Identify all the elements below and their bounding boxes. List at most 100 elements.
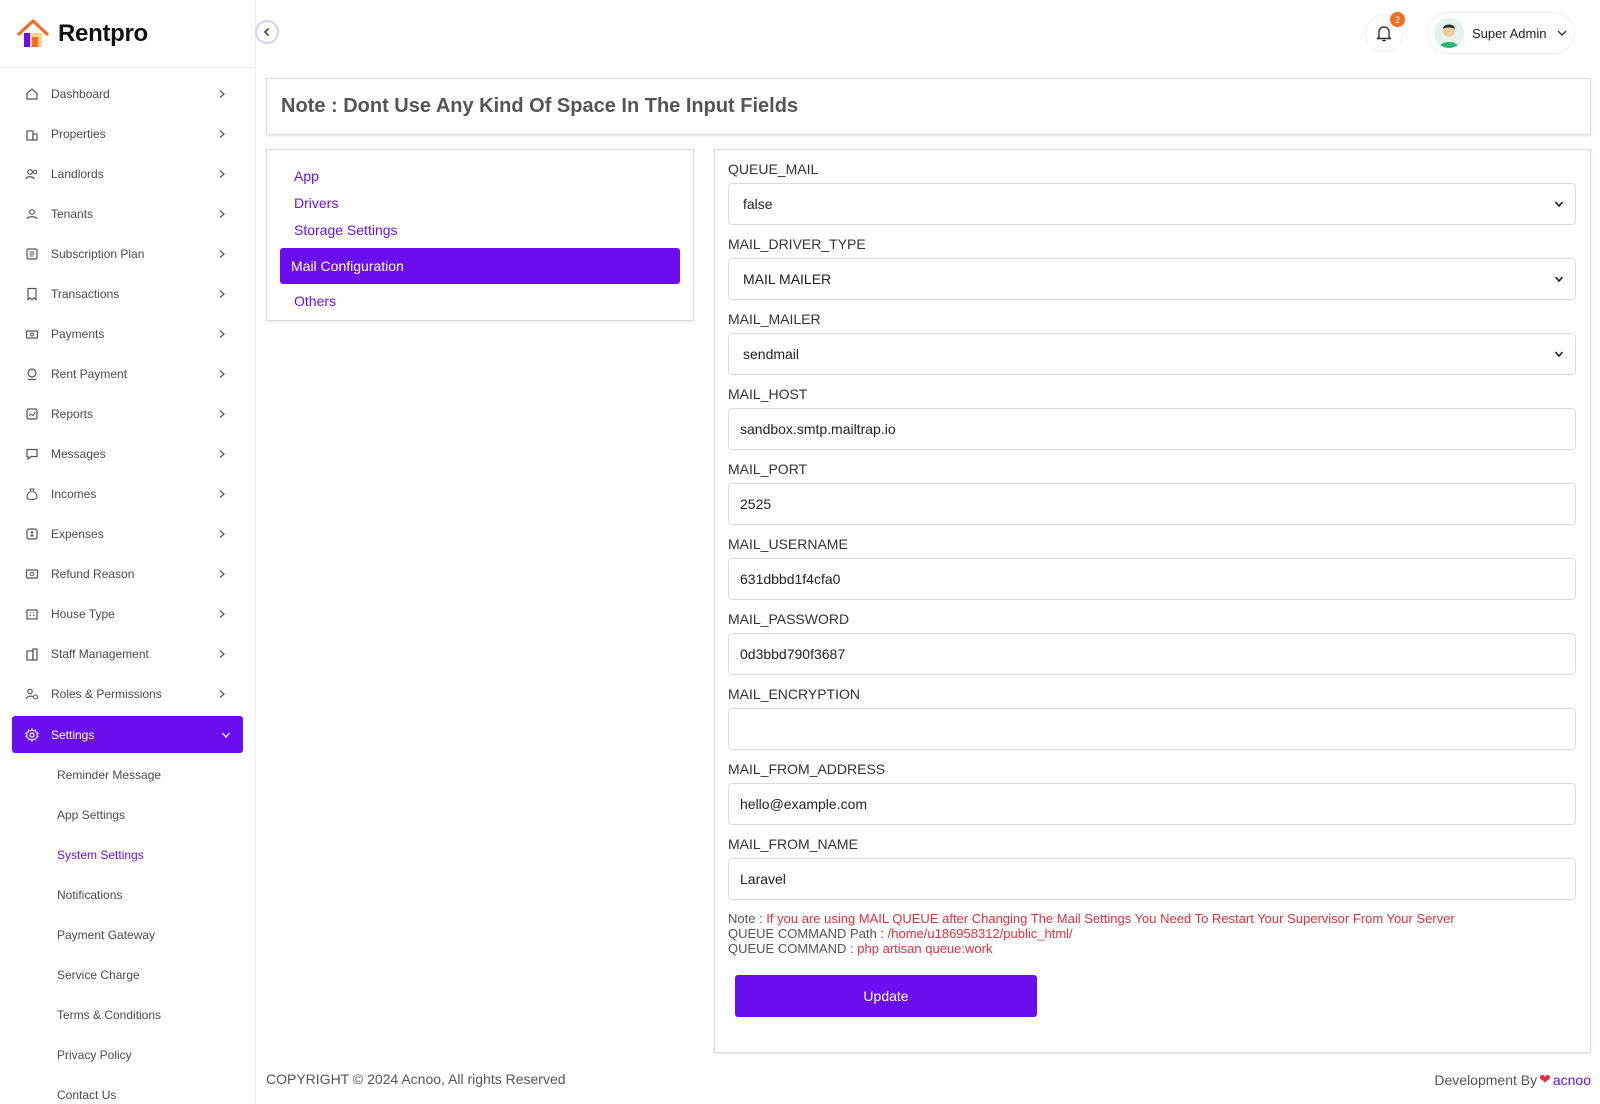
mail-driver-type-select[interactable]: MAIL MAILER	[728, 258, 1576, 300]
chevron-down-icon	[222, 732, 230, 738]
sidebar-item-subscription-plan[interactable]: Subscription Plan	[0, 234, 255, 274]
footer-dev-prefix: Development By	[1434, 1071, 1538, 1088]
settings-tab-drivers[interactable]: Drivers	[267, 190, 693, 217]
mail-encryption-input[interactable]	[728, 708, 1576, 750]
chevron-right-icon	[219, 650, 225, 658]
chevron-right-icon	[219, 330, 225, 338]
mail-password-input[interactable]: 0d3bbd790f3687	[728, 633, 1576, 675]
sidebar-item-label: Refund Reason	[51, 567, 135, 581]
footer-copyright: COPYRIGHT © 2024 Acnoo, All rights Reser…	[266, 1071, 566, 1087]
settings-tab-storage-settings[interactable]: Storage Settings	[267, 217, 693, 244]
sidebar-collapse-button[interactable]	[255, 20, 279, 44]
footer-dev-link[interactable]: acnoo	[1553, 1072, 1591, 1088]
gear-icon	[24, 727, 40, 743]
brand[interactable]: Rentpro	[0, 0, 255, 68]
mail-username-input[interactable]: 631dbbd1f4cfa0	[728, 558, 1576, 600]
sidebar-item-payments[interactable]: Payments	[0, 314, 255, 354]
chevron-down-icon	[1554, 201, 1564, 208]
brand-name: Rentpro	[58, 19, 148, 47]
staff-icon	[24, 646, 40, 662]
money-bag-icon	[24, 486, 40, 502]
sidebar-item-roles-permissions[interactable]: Roles & Permissions	[0, 674, 255, 714]
help-path-value: /home/u186958312/public_html/	[887, 926, 1073, 941]
sidebar-item-dashboard[interactable]: Dashboard	[0, 74, 255, 114]
mail-mailer-select[interactable]: sendmail	[728, 333, 1576, 375]
sidebar-item-settings[interactable]: Settings	[12, 716, 243, 753]
field-mail-password: MAIL_PASSWORD 0d3bbd790f3687	[728, 611, 1577, 675]
field-label: QUEUE_MAIL	[728, 161, 819, 177]
queue-help-note: Note : If you are using MAIL QUEUE after…	[728, 912, 1577, 925]
subnav-item-system-settings[interactable]: System Settings	[0, 835, 255, 875]
sidebar-item-rent-payment[interactable]: Rent Payment	[0, 354, 255, 394]
mail-from-name-input[interactable]: Laravel	[728, 858, 1576, 900]
chevron-right-icon	[219, 370, 225, 378]
sidebar-item-label: Rent Payment	[51, 367, 128, 381]
sidebar-item-label: Reports	[51, 407, 94, 421]
chevron-right-icon	[219, 410, 225, 418]
sidebar-item-transactions[interactable]: Transactions	[0, 274, 255, 314]
subnav-item-notifications[interactable]: Notifications	[0, 875, 255, 915]
mail-host-input[interactable]: sandbox.smtp.mailtrap.io	[728, 408, 1576, 450]
subscription-icon	[24, 246, 40, 262]
sidebar-item-messages[interactable]: Messages	[0, 434, 255, 474]
notification-button[interactable]: 2	[1365, 12, 1405, 52]
subnav-item-reminder-message[interactable]: Reminder Message	[0, 755, 255, 795]
settings-tab-mail-configuration[interactable]: Mail Configuration	[280, 248, 680, 284]
user-name: Super Admin	[1472, 25, 1547, 41]
roles-icon	[24, 686, 40, 702]
help-cmd-prefix: QUEUE COMMAND :	[728, 941, 858, 956]
note-banner: Note : Dont Use Any Kind Of Space In The…	[266, 78, 1591, 135]
queue-mail-select[interactable]: false	[728, 183, 1576, 225]
chevron-left-icon	[263, 27, 270, 37]
field-label: MAIL_ENCRYPTION	[728, 686, 860, 702]
subnav-item-app-settings[interactable]: App Settings	[0, 795, 255, 835]
sidebar-item-label: House Type	[51, 607, 115, 621]
sidebar-item-refund-reason[interactable]: Refund Reason	[0, 554, 255, 594]
help-cmd-value: php artisan queue:work	[857, 941, 993, 956]
field-mail-from-name: MAIL_FROM_NAME Laravel	[728, 836, 1577, 900]
sidebar-item-expenses[interactable]: Expenses	[0, 514, 255, 554]
subnav-item-service-charge[interactable]: Service Charge	[0, 955, 255, 995]
sidebar-item-landlords[interactable]: Landlords	[0, 154, 255, 194]
sidebar-item-tenants[interactable]: Tenants	[0, 194, 255, 234]
mail-from-address-input[interactable]: hello@example.com	[728, 783, 1576, 825]
chevron-right-icon	[219, 530, 225, 538]
field-label: MAIL_FROM_NAME	[728, 836, 858, 852]
sidebar-nav: Dashboard Properties Landlords Tenants S…	[0, 68, 255, 753]
sidebar-item-house-type[interactable]: House Type	[0, 594, 255, 634]
field-mail-mailer: MAIL_MAILER sendmail	[728, 311, 1577, 375]
heart-icon: ❤	[1539, 1071, 1551, 1087]
sidebar-item-incomes[interactable]: Incomes	[0, 474, 255, 514]
page-note: Note : Dont Use Any Kind Of Space In The…	[281, 95, 799, 117]
sidebar-item-staff-management[interactable]: Staff Management	[0, 634, 255, 674]
chevron-right-icon	[219, 130, 225, 138]
user-menu[interactable]: Super Admin	[1427, 12, 1575, 54]
field-label: MAIL_FROM_ADDRESS	[728, 761, 886, 777]
chevron-right-icon	[219, 450, 225, 458]
sidebar-item-label: Expenses	[51, 527, 104, 541]
users-icon	[24, 166, 40, 182]
subnav-item-privacy-policy[interactable]: Privacy Policy	[0, 1035, 255, 1075]
sidebar-item-label: Subscription Plan	[51, 247, 145, 261]
sidebar-item-label: Properties	[51, 127, 106, 141]
subnav-item-terms-conditions[interactable]: Terms & Conditions	[0, 995, 255, 1035]
update-button[interactable]: Update	[735, 975, 1037, 1017]
select-value: false	[743, 196, 773, 212]
field-label: MAIL_PORT	[728, 461, 808, 477]
chevron-right-icon	[219, 90, 225, 98]
chevron-right-icon	[219, 490, 225, 498]
settings-subnav: Reminder Message App Settings System Set…	[0, 755, 255, 1104]
field-mail-username: MAIL_USERNAME 631dbbd1f4cfa0	[728, 536, 1577, 600]
user-group-icon	[24, 206, 40, 222]
chevron-right-icon	[219, 210, 225, 218]
mail-port-input[interactable]: 2525	[728, 483, 1576, 525]
subnav-item-contact-us[interactable]: Contact Us	[0, 1075, 255, 1104]
field-label: MAIL_MAILER	[728, 311, 821, 327]
sidebar-item-properties[interactable]: Properties	[0, 114, 255, 154]
subnav-item-payment-gateway[interactable]: Payment Gateway	[0, 915, 255, 955]
settings-tab-app[interactable]: App	[267, 163, 693, 190]
message-icon	[24, 446, 40, 462]
settings-tab-others[interactable]: Others	[267, 288, 693, 315]
sidebar-item-label: Settings	[51, 727, 95, 742]
sidebar-item-reports[interactable]: Reports	[0, 394, 255, 434]
